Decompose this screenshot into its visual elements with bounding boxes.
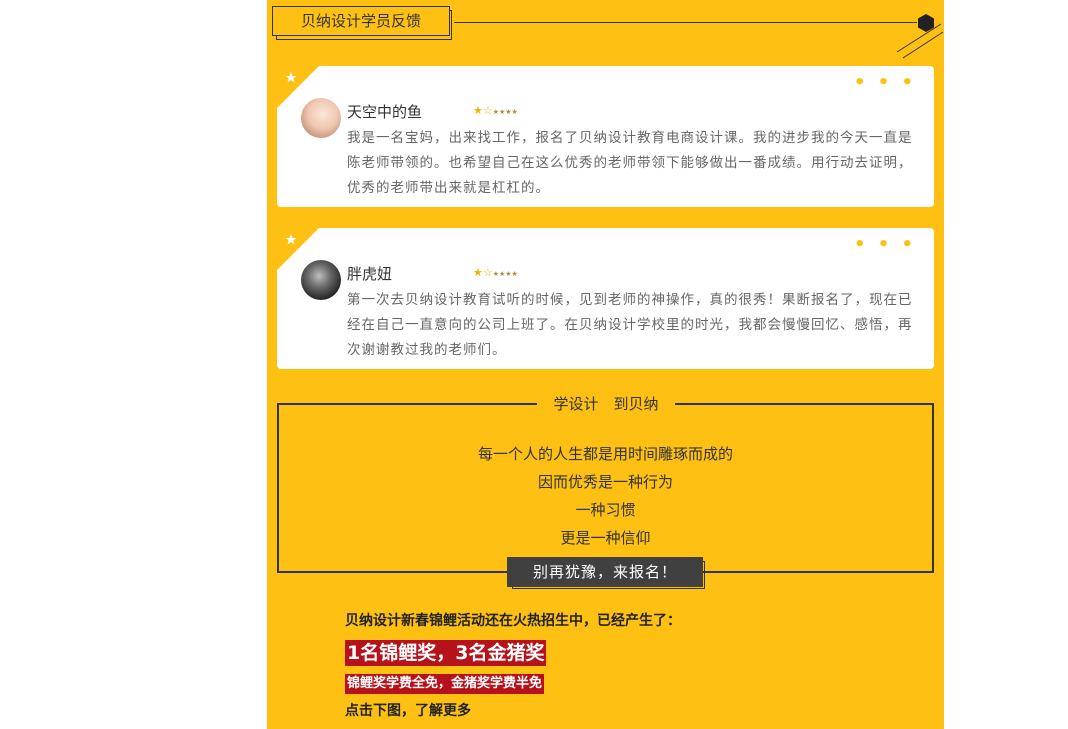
rating-stars-small: ★★★★ — [492, 270, 518, 278]
motto-title: 学设计 到贝纳 — [537, 393, 675, 415]
motto-lines: 每一个人的人生都是用时间雕琢而成的 因而优秀是一种行为 一种习惯 更是一种信仰 — [267, 440, 944, 552]
review-text: 我是一名宝妈，出来找工作，报名了贝纳设计教育电商设计课。我的进步我的今天一直是陈… — [347, 130, 913, 196]
review-card: • • • 胖虎妞 ★☆★★★★ 第一次去贝纳设计教育试听的时候，见到老师的神操… — [277, 228, 934, 369]
section-title: 贝纳设计学员反馈 — [272, 6, 450, 36]
header-divider — [454, 22, 917, 23]
motto-line: 一种习惯 — [575, 501, 636, 519]
promo-intro: 贝纳设计新春锦鲤活动还在火热招生中，已经产生了： — [345, 613, 681, 629]
reviewer-name: 天空中的鱼 — [347, 103, 423, 121]
promo-more-link[interactable]: 点击下图，了解更多 — [345, 698, 905, 724]
promo-highlight: 1名锦鲤奖，3名金猪奖 — [345, 640, 547, 666]
avatar — [301, 260, 341, 300]
section-header: 贝纳设计学员反馈 — [272, 6, 454, 40]
content-column: 贝纳设计学员反馈 • • • 天空中的鱼 ★☆★★★★ 我是一名宝妈，出来找工作… — [267, 0, 944, 729]
rating-stars-small: ★★★★ — [492, 108, 518, 116]
rating-stars-main: ★☆ — [473, 266, 493, 279]
more-menu-icon[interactable]: • • • — [854, 74, 916, 92]
promo-block: 贝纳设计新春锦鲤活动还在火热招生中，已经产生了： 1名锦鲤奖，3名金猪奖 锦鲤奖… — [345, 608, 905, 724]
rating-stars: ★☆★★★★ — [473, 104, 518, 117]
reviewer-name: 胖虎妞 — [347, 265, 393, 283]
motto-line: 更是一种信仰 — [560, 529, 651, 547]
motto-line: 因而优秀是一种行为 — [537, 473, 673, 491]
rating-stars-main: ★☆ — [473, 104, 493, 117]
avatar — [301, 98, 341, 138]
diagonal-lines-decoration — [896, 23, 944, 59]
rating-stars: ★☆★★★★ — [473, 266, 518, 279]
review-text: 第一次去贝纳设计教育试听的时候，见到老师的神操作，真的很秀！果断报名了，现在已经… — [347, 292, 913, 358]
signup-cta-button[interactable]: 别再犹豫，来报名！ — [507, 557, 703, 587]
review-card: • • • 天空中的鱼 ★☆★★★★ 我是一名宝妈，出来找工作，报名了贝纳设计教… — [277, 66, 934, 207]
promo-detail: 锦鲤奖学费全免，金猪奖学费半免 — [345, 674, 545, 694]
motto-line: 每一个人的人生都是用时间雕琢而成的 — [477, 445, 733, 463]
more-menu-icon[interactable]: • • • — [854, 236, 916, 254]
